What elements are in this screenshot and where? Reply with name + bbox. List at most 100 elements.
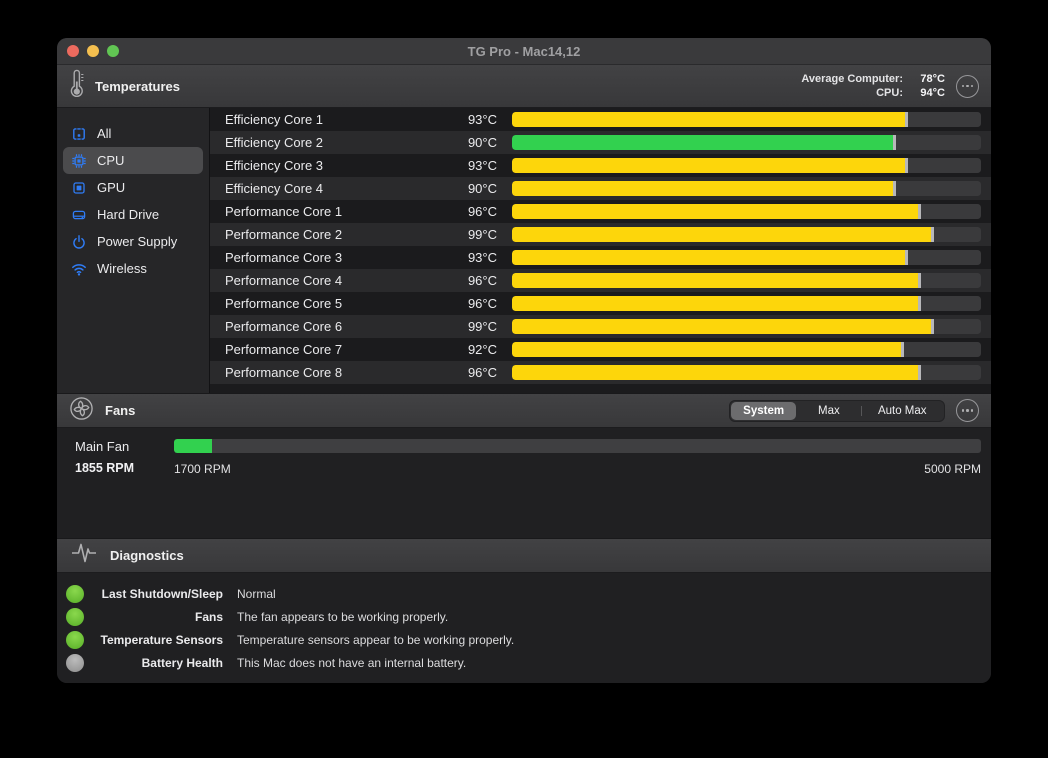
cpu-average-label: CPU: [876, 87, 903, 99]
sidebar-item-power-supply[interactable]: Power Supply [63, 228, 203, 255]
sensor-temperature: 96°C [467, 273, 497, 288]
sensor-temperature: 93°C [467, 250, 497, 265]
temperature-bar-fill [512, 204, 922, 219]
temperature-bar [512, 112, 981, 127]
fan-min-rpm: 1700 RPM [174, 462, 231, 476]
temperature-bar-fill [512, 135, 896, 150]
window-controls [57, 45, 119, 57]
temperature-bar-fill [512, 365, 922, 380]
temperature-bar-fill [512, 158, 909, 173]
close-button[interactable] [67, 45, 79, 57]
all-sensors-icon [70, 125, 87, 142]
temperature-bar-fill [512, 112, 909, 127]
sidebar-item-label: Hard Drive [97, 207, 160, 222]
temperature-bar-tip [918, 204, 922, 219]
temperature-bar [512, 204, 981, 219]
sidebar-item-gpu[interactable]: GPU [63, 174, 203, 201]
minimize-button[interactable] [87, 45, 99, 57]
temperature-bar [512, 365, 981, 380]
diagnostic-value: The fan appears to be working properly. [237, 609, 449, 624]
temperatures-menu-button[interactable] [956, 74, 979, 98]
fans-menu-button[interactable] [956, 399, 979, 422]
status-dot-green [66, 607, 84, 626]
sensor-name: Efficiency Core 3 [225, 158, 324, 173]
temperature-bar-fill [512, 296, 922, 311]
temperature-bar-tip [918, 365, 922, 380]
temperature-bar-tip [931, 319, 935, 334]
sidebar-item-wireless[interactable]: Wireless [63, 255, 203, 282]
sensor-temperature: 90°C [467, 181, 497, 196]
diagnostics-header: Diagnostics [57, 538, 991, 573]
sensor-list: Efficiency Core 1 93°C Efficiency Core 2 90… [210, 108, 991, 393]
diagnostic-label: Last Shutdown/Sleep [101, 586, 223, 601]
temperature-bar-tip [918, 296, 922, 311]
thermometer-icon [69, 69, 84, 104]
sensor-name: Performance Core 5 [225, 296, 343, 311]
sensor-row: Performance Core 7 92°C [210, 338, 991, 361]
temperature-bar [512, 227, 981, 242]
fan-name: Main Fan [75, 439, 130, 454]
diagnostics-title: Diagnostics [110, 548, 184, 563]
status-dot-gray [66, 653, 84, 672]
diagnostic-value: This Mac does not have an internal batte… [237, 655, 467, 670]
fans-title: Fans [105, 403, 136, 418]
diagnostic-row: Battery Health This Mac does not have an … [57, 651, 991, 674]
fan-mode-auto-max[interactable]: Auto Max [861, 402, 943, 420]
diagnostics-body: Last Shutdown/Sleep Normal Fans The fan app… [57, 573, 991, 683]
diagnostic-label: Fans [194, 609, 223, 624]
temperature-bar [512, 158, 981, 173]
fan-icon [69, 396, 94, 426]
fans-body: Main Fan 1855 RPM 1700 RPM 5000 RPM [57, 428, 991, 538]
ellipsis-icon [961, 409, 965, 412]
sensor-row: Performance Core 8 96°C [210, 361, 991, 384]
sensor-row: Efficiency Core 1 93°C [210, 108, 991, 131]
power-icon [70, 233, 87, 250]
ellipsis-icon [961, 84, 965, 88]
temperature-bar-fill [512, 319, 935, 334]
fan-mode-segmented-control: System Max Auto Max [729, 399, 945, 422]
diagnostic-row: Fans The fan appears to be working proper… [57, 605, 991, 628]
sensor-name: Performance Core 8 [225, 365, 343, 380]
sensor-row: Performance Core 3 93°C [210, 246, 991, 269]
average-computer-value: 78°C [920, 73, 945, 85]
temperature-bar [512, 319, 981, 334]
diagnostic-label: Battery Health [141, 655, 223, 670]
sidebar-item-label: CPU [97, 153, 125, 168]
average-computer-label: Average Computer: [801, 73, 903, 85]
fan-max-rpm: 5000 RPM [924, 462, 981, 476]
sensor-row: Performance Core 5 96°C [210, 292, 991, 315]
diagnostic-label: Temperature Sensors [100, 632, 224, 647]
sidebar-item-all[interactable]: All [63, 120, 203, 147]
temperature-bar [512, 296, 981, 311]
temperature-bar-fill [512, 273, 922, 288]
temperatures-body: All CPU GPU Hard Drive Power Supply Wireless … [57, 108, 991, 393]
diagnostic-value: Temperature sensors appear to be working… [237, 632, 515, 647]
sidebar-item-label: Wireless [97, 261, 147, 276]
sensor-name: Performance Core 1 [225, 204, 343, 219]
temperature-bar-tip [905, 112, 909, 127]
status-dot-green [66, 630, 84, 649]
sensor-temperature: 93°C [467, 112, 497, 127]
sidebar-item-label: All [97, 126, 112, 141]
cpu-average-value: 94°C [920, 87, 945, 99]
temperature-bar-tip [931, 227, 935, 242]
fan-mode-system[interactable]: System [731, 401, 797, 420]
temperature-bar-fill [512, 250, 909, 265]
temperatures-title: Temperatures [95, 78, 181, 94]
fan-speed-bar [174, 439, 981, 453]
sidebar-item-hard-drive[interactable]: Hard Drive [63, 201, 203, 228]
fan-current-rpm: 1855 RPM [75, 461, 135, 475]
sensor-row: Efficiency Core 2 90°C [210, 131, 991, 154]
fan-mode-max[interactable]: Max [796, 402, 861, 420]
sidebar-item-cpu[interactable]: CPU [63, 147, 203, 174]
wifi-icon [70, 260, 87, 277]
sensor-temperature: 96°C [467, 365, 497, 380]
sensor-temperature: 90°C [467, 135, 497, 150]
pulse-icon [69, 540, 99, 571]
sensor-temperature: 96°C [467, 296, 497, 311]
sensor-name: Efficiency Core 2 [225, 135, 324, 150]
sensor-temperature: 96°C [467, 204, 497, 219]
diagnostic-value: Normal [237, 586, 276, 601]
sensor-name: Performance Core 2 [225, 227, 343, 242]
zoom-button[interactable] [107, 45, 119, 57]
